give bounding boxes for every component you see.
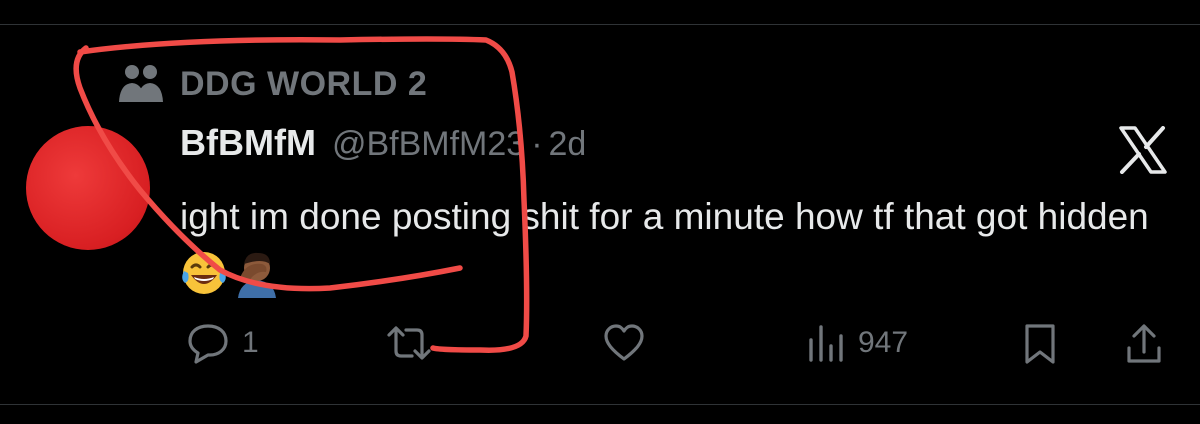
retweet-button[interactable] [385, 322, 445, 364]
post-header: BfBMfM @BfBMfM23 · 2d [180, 122, 586, 164]
share-button[interactable] [1124, 322, 1164, 366]
like-icon [602, 322, 646, 364]
top-divider [0, 24, 1200, 25]
face-with-tears-of-joy-icon [180, 249, 228, 297]
avatar[interactable] [26, 126, 150, 250]
community-context[interactable]: DDG WORLD 2 [118, 62, 427, 106]
people-icon [118, 62, 164, 106]
separator-dot: · [531, 125, 543, 163]
views-button[interactable]: 947 [806, 322, 908, 364]
bottom-divider [0, 404, 1200, 405]
user-handle[interactable]: @BfBMfM23 [332, 125, 525, 164]
reply-button[interactable]: 1 [186, 322, 259, 364]
post-time[interactable]: 2d [549, 125, 587, 164]
post-text-block: ight im done posting shit for a minute h… [180, 190, 1170, 299]
share-icon [1124, 322, 1164, 366]
display-name[interactable]: BfBMfM [180, 122, 316, 164]
bookmark-icon [1020, 322, 1060, 366]
retweet-icon [385, 322, 433, 364]
reply-count: 1 [242, 326, 259, 359]
views-count: 947 [858, 326, 909, 359]
reply-icon [186, 322, 230, 364]
community-name: DDG WORLD 2 [180, 64, 428, 103]
x-logo-icon [1118, 126, 1168, 174]
like-button[interactable] [602, 322, 658, 364]
post-text: ight im done posting shit for a minute h… [180, 196, 1149, 237]
action-bar: 1 947 [0, 322, 1200, 370]
views-icon [806, 322, 846, 364]
bookmark-button[interactable] [1020, 322, 1060, 366]
person-facepalming-icon [232, 248, 282, 299]
